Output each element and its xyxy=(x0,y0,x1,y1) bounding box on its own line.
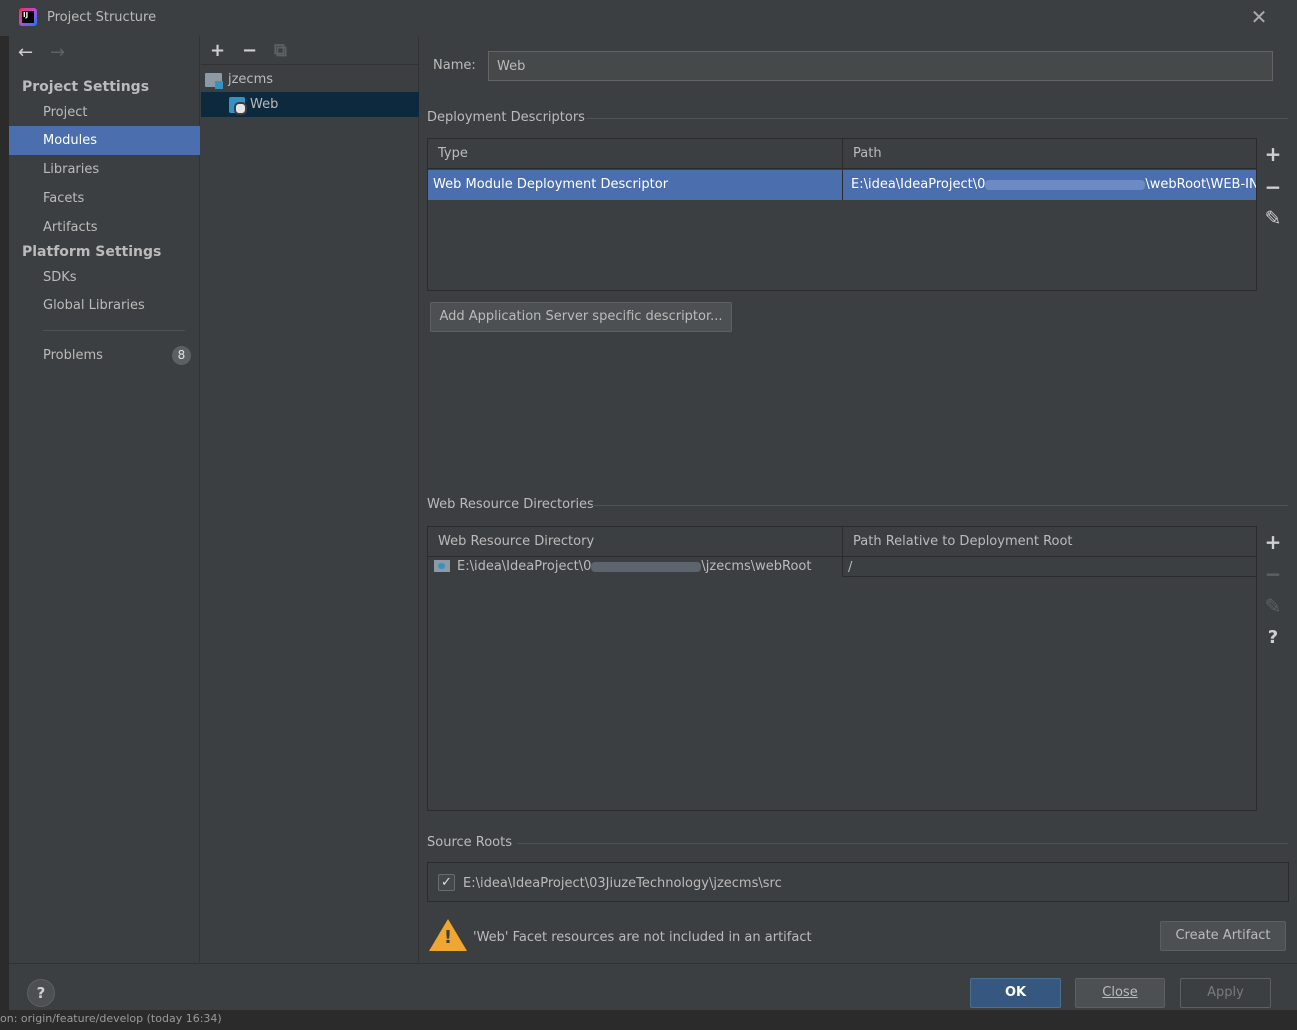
background-ide-strip xyxy=(0,0,9,1030)
web-facet-icon xyxy=(229,97,247,115)
sidebar-item-global-libraries[interactable]: Global Libraries xyxy=(9,291,200,320)
add-server-descriptor-button[interactable]: Add Application Server specific descript… xyxy=(430,302,732,332)
directory-suffix: \jzecms\webRoot xyxy=(701,559,812,574)
forward-arrow-icon[interactable]: → xyxy=(50,42,65,63)
web-folder-icon xyxy=(434,560,450,572)
apply-button[interactable]: Apply xyxy=(1180,978,1271,1008)
group-divider xyxy=(592,505,1288,506)
sidebar-item-modules[interactable]: Modules xyxy=(9,126,200,155)
sidebar-item-artifacts[interactable]: Artifacts xyxy=(9,213,200,242)
web-resource-directories-label: Web Resource Directories xyxy=(427,497,594,512)
intellij-icon: IJ xyxy=(19,8,37,26)
close-icon[interactable]: ✕ xyxy=(1250,7,1268,27)
project-settings-header: Project Settings xyxy=(22,79,150,95)
back-arrow-icon[interactable]: ← xyxy=(18,42,33,63)
remove-directory-icon[interactable]: − xyxy=(1257,562,1289,586)
source-roots-label: Source Roots xyxy=(427,835,513,850)
directory-prefix: E:\idea\IdeaProject\0 xyxy=(457,559,592,574)
copy-icon[interactable]: ⧉ xyxy=(274,40,287,61)
edit-directory-icon[interactable]: ✎ xyxy=(1257,594,1289,618)
sidebar-item-sdks[interactable]: SDKs xyxy=(9,263,200,292)
descriptor-path-prefix: E:\idea\IdeaProject\0 xyxy=(851,177,986,192)
sidebar-item-libraries[interactable]: Libraries xyxy=(9,155,200,184)
close-button-label: Close xyxy=(1102,985,1138,1000)
problems-count-badge: 8 xyxy=(172,346,191,365)
background-status-text: on: origin/feature/develop (today 16:34) xyxy=(0,1012,222,1025)
redacted-path-blur xyxy=(591,561,702,572)
sidebar-item-project[interactable]: Project xyxy=(9,98,200,127)
warning-exclamation-icon: ! xyxy=(443,927,453,948)
descriptor-path-cell[interactable]: E:\idea\IdeaProject\0 \webRoot\WEB-INF\ xyxy=(842,170,1256,200)
facet-name-input[interactable] xyxy=(488,51,1273,81)
platform-settings-header: Platform Settings xyxy=(22,244,162,260)
background-status-bar: on: origin/feature/develop (today 16:34) xyxy=(0,1010,1297,1030)
close-button[interactable]: Close xyxy=(1075,978,1165,1008)
name-label: Name: xyxy=(433,58,476,73)
module-folder-icon xyxy=(205,73,223,89)
create-artifact-button[interactable]: Create Artifact xyxy=(1160,921,1286,951)
ok-button[interactable]: OK xyxy=(970,978,1061,1008)
group-divider xyxy=(586,118,1288,119)
tree-node-jzecms[interactable]: jzecms xyxy=(201,67,419,92)
column-header-relative-path[interactable]: Path Relative to Deployment Root xyxy=(842,527,1256,557)
module-tree-panel xyxy=(201,36,419,962)
relative-path-cell[interactable]: / xyxy=(842,557,1256,577)
remove-descriptor-icon[interactable]: − xyxy=(1257,175,1289,199)
edit-descriptor-icon[interactable]: ✎ xyxy=(1257,206,1289,230)
column-header-type[interactable]: Type xyxy=(428,139,842,169)
sidebar-separator xyxy=(43,330,185,331)
warning-text: 'Web' Facet resources are not included i… xyxy=(473,930,812,945)
window-title: Project Structure xyxy=(47,10,157,25)
deployment-descriptors-label: Deployment Descriptors xyxy=(427,110,585,125)
add-directory-icon[interactable]: + xyxy=(1257,530,1289,554)
title-bar: IJ Project Structure ✕ xyxy=(0,0,1297,36)
descriptor-type-cell[interactable]: Web Module Deployment Descriptor xyxy=(428,170,842,200)
add-descriptor-icon[interactable]: + xyxy=(1257,142,1289,166)
tree-toolbar-divider xyxy=(201,64,419,65)
source-root-path: E:\idea\IdeaProject\03JiuzeTechnology\jz… xyxy=(463,876,782,891)
help-directory-icon[interactable]: ? xyxy=(1257,627,1289,648)
web-resource-directory-cell[interactable]: E:\idea\IdeaProject\0 \jzecms\webRoot xyxy=(452,553,842,577)
add-icon[interactable]: + xyxy=(210,40,225,61)
remove-icon[interactable]: − xyxy=(242,40,257,61)
help-icon[interactable]: ? xyxy=(27,979,55,1007)
sidebar-item-facets[interactable]: Facets xyxy=(9,184,200,213)
source-root-checkbox[interactable]: ✓ xyxy=(438,874,455,891)
app-icon-text: IJ xyxy=(23,11,29,19)
descriptor-path-suffix: \webRoot\WEB-INF\ xyxy=(1145,177,1256,192)
redacted-path-blur xyxy=(985,179,1146,190)
group-divider xyxy=(517,843,1288,844)
column-header-path[interactable]: Path xyxy=(842,139,1256,169)
